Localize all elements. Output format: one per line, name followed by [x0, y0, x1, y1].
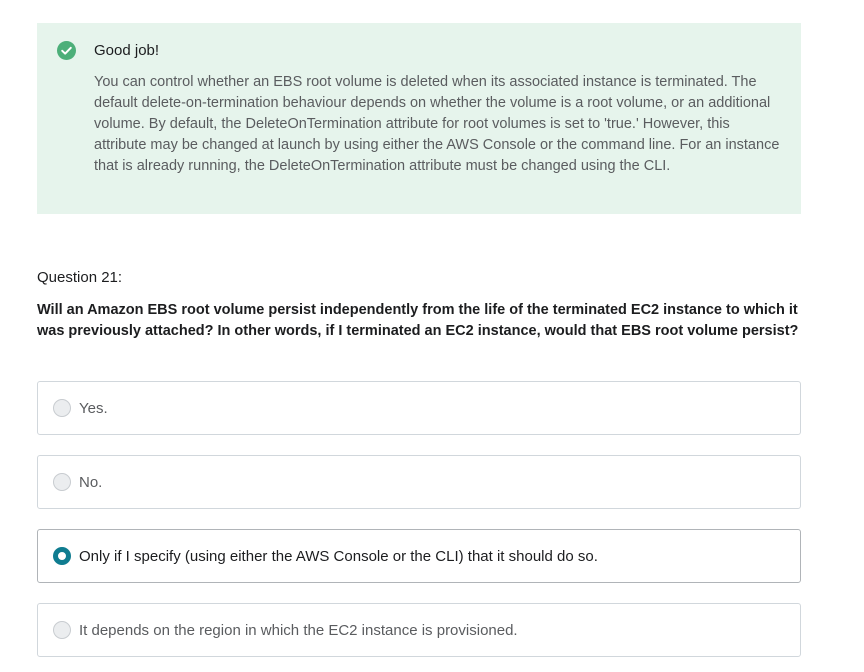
answer-option-3[interactable]: Only if I specify (using either the AWS … [37, 529, 801, 583]
feedback-explanation: You can control whether an EBS root volu… [94, 74, 780, 174]
radio-button[interactable] [53, 473, 71, 491]
feedback-title: Good job! [94, 42, 160, 59]
radio-button[interactable] [53, 399, 71, 417]
quiz-page: Good job! You can control whether an EBS… [0, 0, 864, 672]
answer-option-1[interactable]: Yes. [37, 381, 801, 435]
answer-option-4[interactable]: It depends on the region in which the EC… [37, 603, 801, 657]
answer-option-label: Only if I specify (using either the AWS … [79, 548, 598, 565]
question-text: Will an Amazon EBS root volume persist i… [37, 302, 799, 339]
answer-option-2[interactable]: No. [37, 455, 801, 509]
check-circle-icon [57, 41, 76, 60]
answer-option-label: No. [79, 474, 103, 491]
radio-button-selected[interactable] [53, 547, 71, 565]
radio-button[interactable] [53, 621, 71, 639]
answer-option-label: Yes. [79, 400, 108, 417]
question-number: Question 21: [37, 269, 123, 286]
answer-option-label: It depends on the region in which the EC… [79, 622, 518, 639]
feedback-panel: Good job! You can control whether an EBS… [37, 23, 801, 214]
